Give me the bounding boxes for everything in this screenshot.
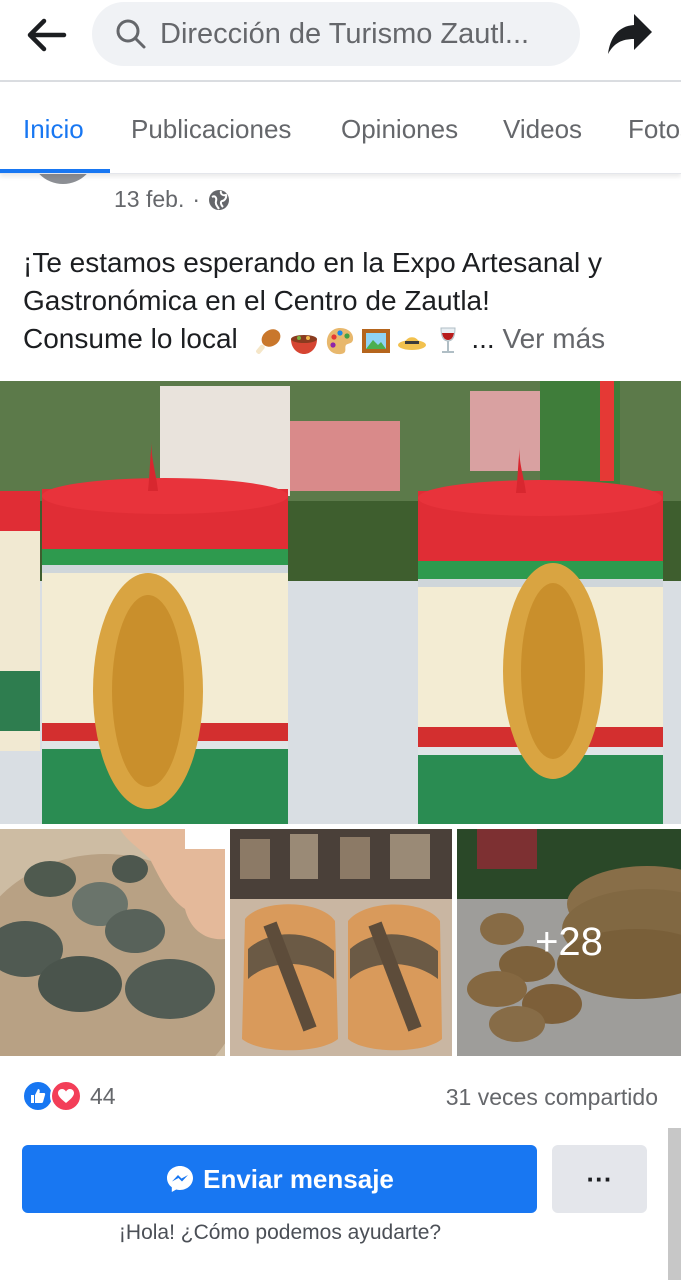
top-bar: Dirección de Turismo Zautl...	[0, 0, 681, 80]
wine-glass-emoji	[440, 327, 456, 353]
post-photo-sandals[interactable]	[230, 829, 452, 1056]
post-text-line2: Consume lo local	[23, 323, 238, 354]
arrow-left-icon	[27, 18, 67, 52]
post-text: ¡Te estamos esperando en la Expo Artesan…	[23, 244, 663, 358]
send-message-label: Enviar mensaje	[203, 1163, 394, 1194]
search-bar[interactable]: Dirección de Turismo Zautl...	[92, 2, 580, 66]
palette-emoji	[326, 327, 353, 354]
tab-fotos[interactable]: Fotos	[628, 82, 681, 173]
tab-opiniones[interactable]: Opiniones	[341, 82, 458, 173]
framed-picture-emoji	[361, 328, 390, 353]
page-tabs: Inicio Publicaciones Opiniones Videos Fo…	[0, 82, 681, 174]
tortillas-photo	[0, 829, 225, 1056]
post-date[interactable]: 13 feb.	[114, 186, 184, 213]
share-arrow-icon	[608, 14, 652, 54]
tab-videos[interactable]: Videos	[503, 82, 582, 173]
more-photos-overlay[interactable]: +28	[457, 829, 681, 1056]
tab-publicaciones[interactable]: Publicaciones	[131, 82, 291, 173]
search-input[interactable]: Dirección de Turismo Zautl...	[160, 18, 550, 51]
scrollbar[interactable]	[668, 1128, 681, 1280]
post-text-body: ¡Te estamos esperando en la Expo Artesan…	[23, 247, 603, 316]
emoji-row	[252, 325, 464, 357]
share-count[interactable]: 31 veces compartido	[446, 1084, 658, 1111]
sandals-photo	[230, 829, 452, 1056]
stew-bowl-emoji	[290, 334, 317, 354]
post-meta: 13 feb. ·	[114, 186, 230, 213]
tab-inicio[interactable]: Inicio	[23, 82, 84, 173]
more-options-button[interactable]: ···	[552, 1145, 647, 1213]
post-photo-baskets[interactable]: +28	[457, 829, 681, 1056]
love-icon	[50, 1080, 82, 1112]
candles-photo	[0, 381, 681, 824]
meta-separator: ·	[192, 186, 201, 212]
more-photos-count: +28	[535, 920, 603, 964]
reactions-summary[interactable]: 44	[22, 1080, 116, 1112]
send-message-button[interactable]: Enviar mensaje	[22, 1145, 537, 1213]
drumstick-emoji	[255, 328, 280, 354]
share-button[interactable]	[600, 6, 660, 62]
see-more-link[interactable]: Ver más	[502, 323, 605, 354]
messenger-icon	[167, 1166, 194, 1192]
post-photo-tortillas[interactable]	[0, 829, 225, 1056]
active-tab-indicator	[0, 169, 110, 173]
messenger-greeting: ¡Hola! ¿Cómo podemos ayudarte?	[118, 1221, 442, 1244]
ellipsis: ...	[471, 323, 495, 354]
back-button[interactable]	[18, 10, 74, 60]
hat-emoji	[397, 336, 426, 350]
reaction-count: 44	[90, 1082, 116, 1109]
globe-icon	[209, 189, 230, 210]
post-photo-main[interactable]	[0, 381, 681, 824]
search-icon	[116, 19, 146, 49]
